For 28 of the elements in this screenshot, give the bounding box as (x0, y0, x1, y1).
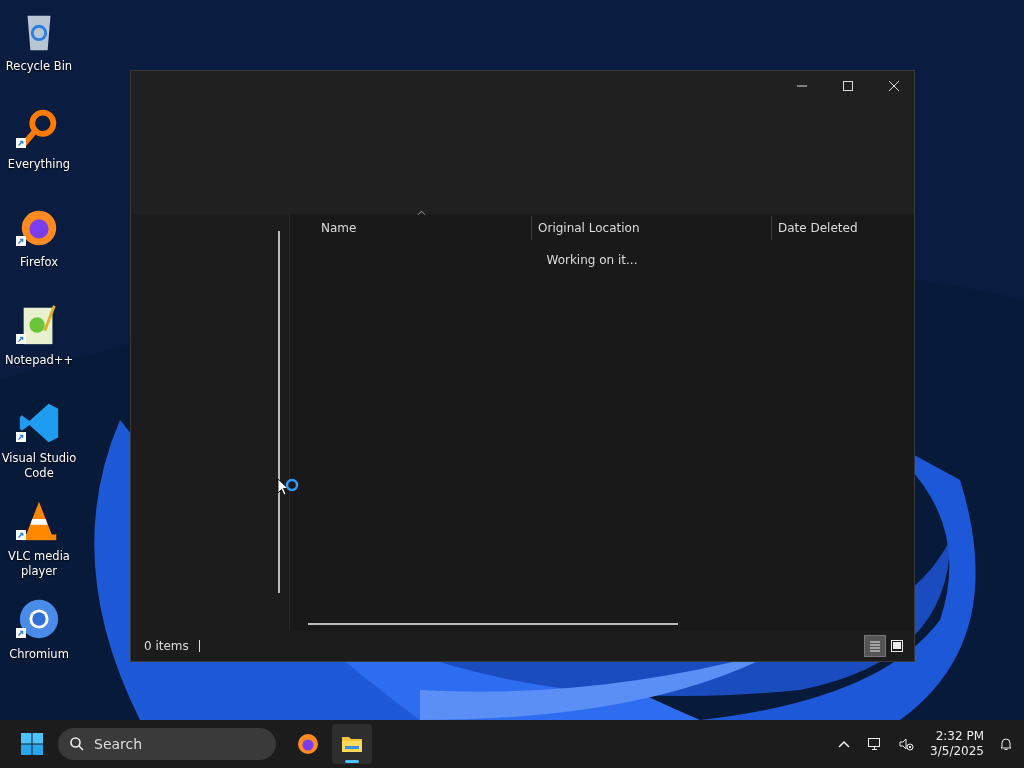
desktop-icon-label[interactable]: Notepad++ (4, 353, 74, 368)
desktop-icon-label[interactable]: VLC media player (0, 549, 78, 579)
desktop-icon-label[interactable]: Recycle Bin (5, 59, 73, 74)
clock[interactable]: 2:32 PM 3/5/2025 (930, 729, 984, 759)
maximize-icon[interactable] (842, 80, 854, 92)
folder-taskbar-button[interactable] (332, 724, 372, 764)
close-icon[interactable] (888, 80, 900, 92)
clock-time: 2:32 PM (935, 729, 984, 744)
vertical-scrollbar[interactable] (278, 231, 280, 593)
column-header[interactable]: Name (321, 221, 357, 235)
desktop-icon-label[interactable]: Visual Studio Code (0, 451, 78, 481)
tile-square-icon (890, 639, 904, 653)
desktop-icon-label[interactable]: Everything (7, 157, 71, 172)
search-icon (69, 736, 85, 752)
clock-date: 3/5/2025 (930, 744, 984, 759)
notification-bell-icon[interactable] (998, 736, 1014, 752)
horizontal-scrollbar[interactable] (308, 623, 678, 625)
column-header[interactable]: Original Location (538, 221, 640, 235)
muted-speaker-icon[interactable] (898, 736, 915, 752)
item-count: 0 items (144, 639, 189, 653)
browser-logo-icon (296, 732, 320, 756)
desktop-icon-label[interactable]: Chromium (9, 647, 69, 662)
loading-message: Working on it... (545, 253, 639, 267)
search-field[interactable]: Search (58, 728, 276, 760)
desktop-icon-label[interactable]: Firefox (19, 255, 59, 270)
list-lines-icon (868, 639, 882, 653)
start-button-icon[interactable] (20, 732, 44, 756)
column-header[interactable]: Date Deleted (778, 221, 858, 235)
